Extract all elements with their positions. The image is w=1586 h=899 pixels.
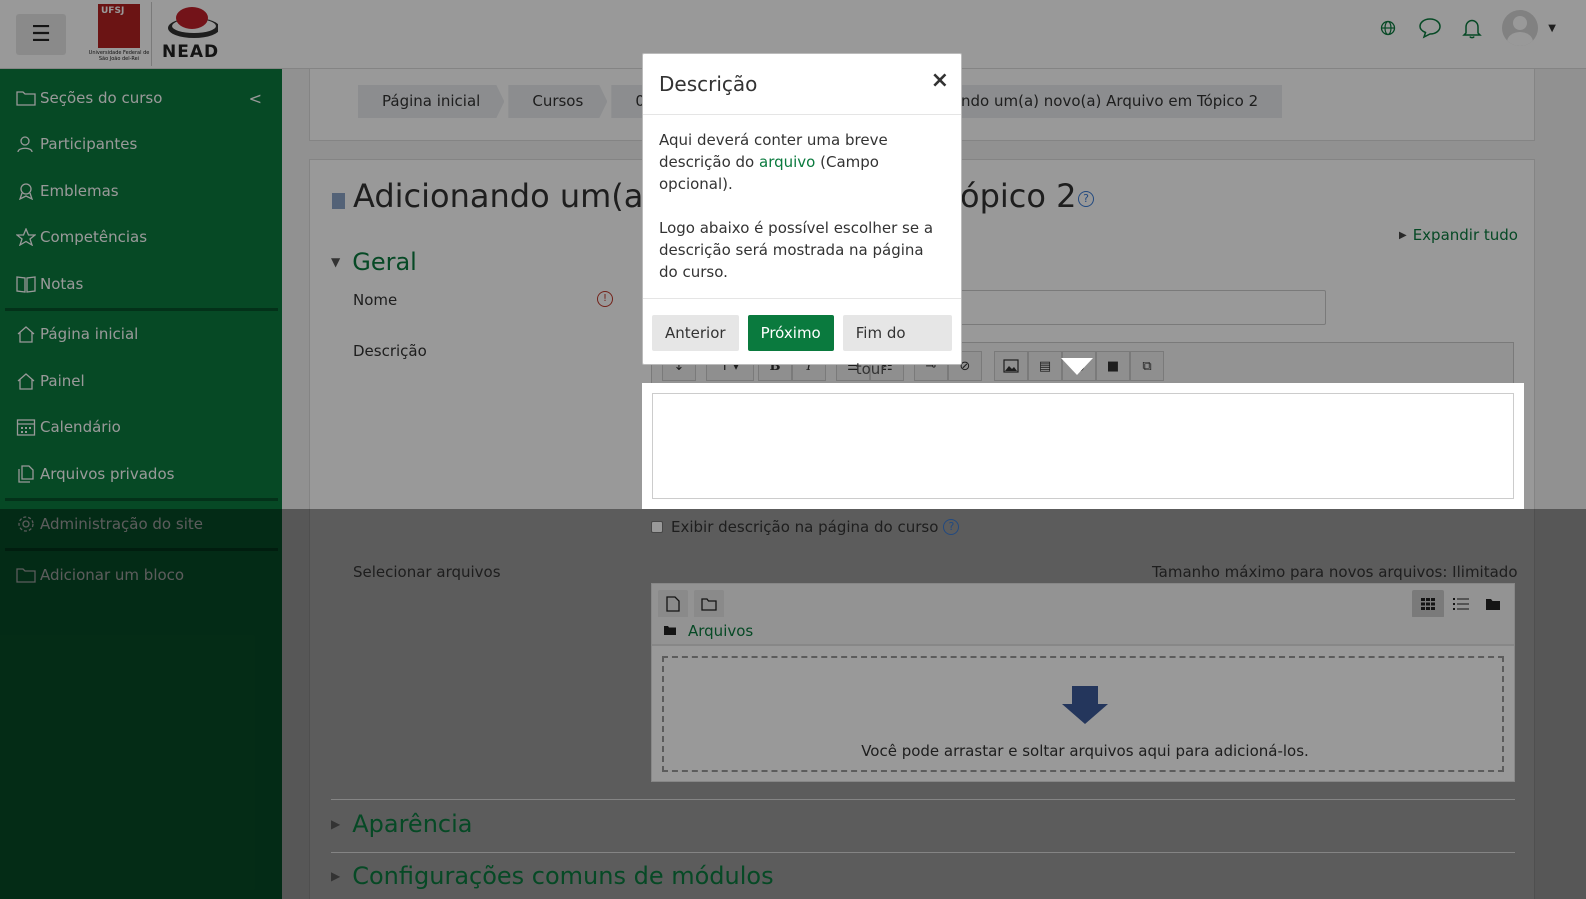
- tour-step-header: Descrição ×: [643, 54, 961, 115]
- tour-backdrop-left: [0, 383, 642, 509]
- previous-button[interactable]: Anterior: [652, 315, 739, 351]
- tour-step-body: Aqui deverá conter uma breve descrição d…: [643, 115, 961, 299]
- end-tour-button[interactable]: Fim do tour: [842, 315, 952, 378]
- close-button[interactable]: ×: [931, 68, 949, 93]
- tour-link[interactable]: arquivo: [759, 153, 815, 171]
- tour-step-paragraph: Logo abaixo é possível escolher se a des…: [659, 219, 934, 281]
- description-editor[interactable]: [652, 393, 1514, 499]
- tour-step-title: Descrição: [659, 72, 758, 96]
- tour-step-paragraph: Aqui deverá conter uma breve descrição d…: [659, 129, 945, 195]
- tour-backdrop-right: [1524, 383, 1586, 509]
- tour-step-footer: Anterior Próximo Fim do tour: [643, 299, 961, 378]
- next-button[interactable]: Próximo: [747, 315, 834, 351]
- tour-pointer-arrow: [1061, 358, 1093, 375]
- tour-step-dialog: Descrição × Aqui deverá conter uma breve…: [642, 53, 962, 378]
- tour-backdrop-bottom-overlay: [0, 509, 1586, 899]
